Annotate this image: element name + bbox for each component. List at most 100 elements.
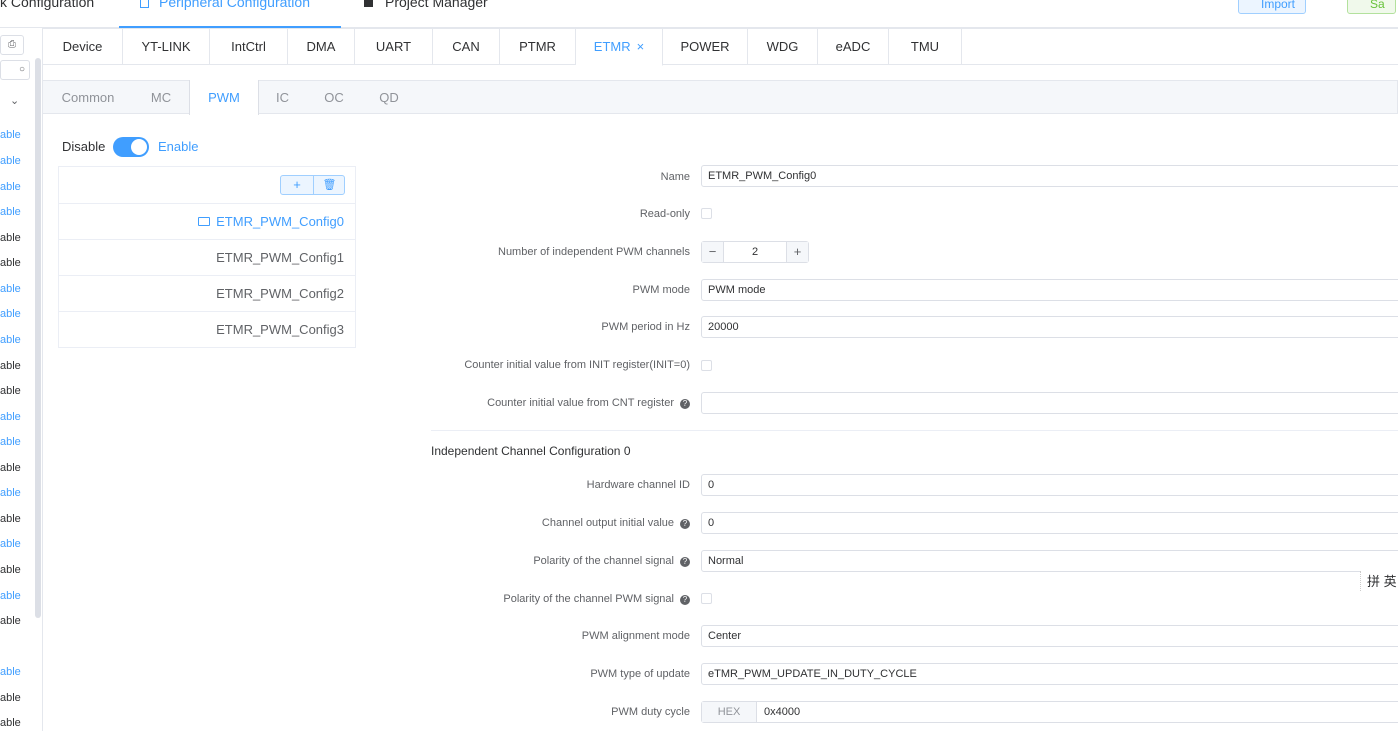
ch-output-init-input[interactable]: 0 [701, 512, 1398, 534]
polarity-signal-select[interactable]: Normal [701, 550, 1398, 572]
rail-status-label: able [0, 692, 21, 704]
tab-label: Peripheral Configuration [159, 0, 310, 10]
tab-ic[interactable]: IC [259, 80, 306, 115]
num-channels-label: Number of independent PWM channels [498, 246, 690, 258]
tab-common[interactable]: Common [43, 80, 133, 115]
config-item[interactable]: ETMR_PWM_Config1 [59, 240, 355, 276]
peripheral-tabs: Device YT-LINK IntCtrl DMA UART CAN PTMR… [43, 28, 1398, 66]
name-label: Name [660, 171, 690, 183]
update-type-select[interactable]: eTMR_PWM_UPDATE_IN_DUTY_CYCLE [701, 663, 1398, 685]
chevron-down-icon[interactable]: ⌄ [10, 94, 19, 107]
tab-wdg[interactable]: WDG [748, 29, 818, 65]
ch-output-init-text: Channel output initial value [541, 517, 674, 529]
import-button[interactable]: Import [1238, 0, 1307, 14]
hex-prefix: HEX [702, 702, 757, 722]
top-bar: k Configuration Peripheral Configuration… [0, 0, 1398, 28]
tab-ptmr[interactable]: PTMR [500, 29, 576, 65]
polarity-pwm-text: Polarity of the channel PWM signal [503, 593, 674, 605]
config-list: + 🗑 ETMR_PWM_Config0 ETMR_PWM_Config1 ET… [58, 166, 356, 348]
close-icon[interactable]: × [637, 39, 645, 54]
save-button[interactable]: Sa [1347, 0, 1396, 14]
rail-status-label: able [0, 615, 21, 627]
tab-yt-link[interactable]: YT-LINK [123, 29, 210, 65]
rail-status-label: able [0, 385, 21, 397]
counter-cnt-input[interactable] [701, 392, 1398, 414]
tab-etmr[interactable]: ETMR × [576, 29, 663, 66]
rail-divider [42, 28, 43, 731]
etmr-sub-tabs: Common MC PWM IC OC QD [43, 80, 1398, 115]
polarity-signal-label: Polarity of the channel signal? [533, 555, 690, 567]
rail-status-label: able [0, 232, 21, 244]
polarity-pwm-checkbox[interactable] [701, 593, 712, 604]
rail-status-label: able [0, 462, 21, 474]
tab-peripheral-configuration[interactable]: Peripheral Configuration [140, 0, 310, 26]
rail-status-label: able [0, 181, 21, 193]
tab-qd[interactable]: QD [362, 80, 416, 115]
polarity-signal-text: Polarity of the channel signal [533, 555, 674, 567]
pwm-period-input[interactable]: 20000 [701, 316, 1398, 338]
rail-status-label: able [0, 257, 21, 269]
left-scrollbar[interactable] [35, 58, 41, 618]
counter-init-checkbox[interactable] [701, 360, 712, 371]
tab-device[interactable]: Device [43, 29, 123, 65]
left-rail: ⎙ ○ ⌄ able able able able able able able able ab… [0, 28, 41, 731]
counter-cnt-text: Counter initial value from CNT register [487, 397, 674, 409]
rail-status-label: able [0, 590, 21, 602]
duty-cycle-input[interactable]: HEX 0x4000 [701, 701, 1398, 723]
hw-channel-label: Hardware channel ID [586, 479, 690, 491]
help-icon[interactable]: ? [680, 557, 690, 567]
tab-project-manager[interactable]: Project Manager [364, 0, 488, 26]
enable-toggle[interactable] [113, 137, 149, 157]
increment-button[interactable]: + [786, 242, 808, 262]
save-label: Sa [1370, 0, 1385, 11]
rail-status-label: able [0, 717, 21, 729]
decrement-button[interactable]: − [702, 242, 724, 262]
tab-clock-configuration[interactable]: k Configuration [0, 0, 94, 26]
config-item[interactable]: ETMR_PWM_Config3 [59, 312, 355, 348]
tab-mc[interactable]: MC [133, 80, 189, 115]
ch-output-init-label: Channel output initial value? [542, 517, 690, 529]
rail-status-label: able [0, 411, 21, 423]
rail-status-label: able [0, 334, 21, 346]
tab-can[interactable]: CAN [433, 29, 500, 65]
pwm-mode-label: PWM mode [632, 284, 690, 296]
rail-status-label: able [0, 360, 21, 372]
tab-uart[interactable]: UART [355, 29, 433, 65]
channel-section-title: Independent Channel Configuration 0 [431, 444, 631, 458]
tab-pwm[interactable]: PWM [189, 80, 259, 115]
tab-power[interactable]: POWER [663, 29, 748, 65]
read-only-checkbox[interactable] [701, 208, 712, 219]
tab-tmu[interactable]: TMU [889, 29, 962, 65]
counter-init-label: Counter initial value from INIT register… [464, 359, 690, 371]
tab-intctrl[interactable]: IntCtrl [210, 29, 288, 65]
config-item[interactable]: ETMR_PWM_Config2 [59, 276, 355, 312]
ime-indicator: 拼 英 [1360, 571, 1398, 591]
rail-status-label: able [0, 129, 21, 141]
import-label: Import [1261, 0, 1296, 11]
rail-status-label: able [0, 155, 21, 167]
config-toolbar: + 🗑 [59, 167, 355, 204]
help-icon[interactable]: ? [680, 519, 690, 529]
tab-etmr-label: ETMR [593, 39, 631, 54]
tab-eadc[interactable]: eADC [818, 29, 889, 65]
pwm-mode-select[interactable]: PWM mode [701, 279, 1398, 301]
config-item[interactable]: ETMR_PWM_Config0 [59, 204, 355, 240]
rail-tool-icon[interactable]: ⎙ [0, 35, 24, 55]
help-icon[interactable]: ? [680, 399, 690, 409]
hw-channel-input[interactable]: 0 [701, 474, 1398, 496]
delete-config-button[interactable]: 🗑 [313, 176, 345, 194]
name-input[interactable]: ETMR_PWM_Config0 [701, 165, 1398, 187]
document-icon [140, 0, 149, 8]
rail-status-label: able [0, 538, 21, 550]
add-config-button[interactable]: + [281, 176, 313, 194]
rail-status-label: able [0, 564, 21, 576]
section-divider [431, 430, 1398, 431]
config-actions: + 🗑 [280, 175, 345, 195]
help-icon[interactable]: ? [680, 595, 690, 605]
alignment-select[interactable]: Center [701, 625, 1398, 647]
tab-dma[interactable]: DMA [288, 29, 355, 65]
enable-switch-row: Disable Enable [62, 137, 198, 157]
tab-oc[interactable]: OC [306, 80, 362, 115]
search-icon[interactable]: ○ [0, 60, 30, 80]
num-channels-value[interactable]: 2 [724, 242, 786, 262]
